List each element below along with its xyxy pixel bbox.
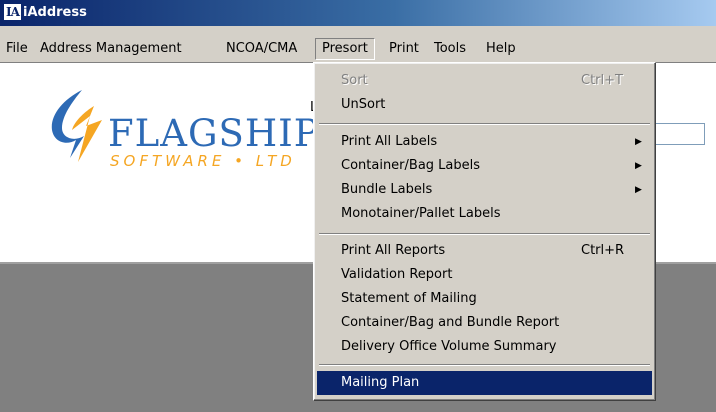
menu-item-mailing-plan[interactable]: Mailing Plan bbox=[317, 371, 652, 395]
menu-item-shortcut: Ctrl+R bbox=[581, 243, 625, 258]
app-icon[interactable]: IA bbox=[4, 4, 21, 20]
menu-help[interactable]: Help bbox=[486, 38, 516, 60]
menu-separator bbox=[319, 233, 650, 235]
menu-item-unsort[interactable]: UnSort bbox=[317, 93, 652, 117]
menu-item-statement-of-mailing[interactable]: Statement of Mailing bbox=[317, 287, 652, 311]
menu-item-label: UnSort bbox=[341, 97, 386, 112]
menu-item-monotainer-pallet-labels[interactable]: Monotainer/Pallet Labels bbox=[317, 202, 652, 226]
menu-item-label: Sort bbox=[341, 73, 368, 88]
menu-item-label: Mailing Plan bbox=[341, 375, 420, 390]
submenu-arrow-icon: ▶ bbox=[635, 137, 642, 147]
menu-item-validation-report[interactable]: Validation Report bbox=[317, 263, 652, 287]
menu-file[interactable]: File bbox=[6, 38, 28, 60]
menu-item-label: Container/Bag and Bundle Report bbox=[341, 315, 560, 330]
menu-item-label: Delivery Office Volume Summary bbox=[341, 339, 557, 354]
logo-name: FLAGSHIP bbox=[108, 112, 320, 155]
menu-separator bbox=[319, 123, 650, 125]
menu-item-label: Bundle Labels bbox=[341, 182, 433, 197]
menu-item-shortcut: Ctrl+T bbox=[581, 73, 623, 88]
background-input-field[interactable] bbox=[655, 123, 705, 145]
menu-item-label: Container/Bag Labels bbox=[341, 158, 481, 173]
title-bar[interactable]: IA iAddress bbox=[0, 0, 716, 26]
submenu-arrow-icon: ▶ bbox=[635, 185, 642, 195]
menu-item-container-bag-labels[interactable]: Container/Bag Labels ▶ bbox=[317, 154, 652, 178]
menu-item-bundle-labels[interactable]: Bundle Labels ▶ bbox=[317, 178, 652, 202]
menu-item-print-all-labels[interactable]: Print All Labels ▶ bbox=[317, 130, 652, 154]
menu-separator bbox=[319, 364, 650, 366]
menu-item-label: Validation Report bbox=[341, 267, 453, 282]
flagship-logo-icon bbox=[51, 90, 102, 162]
menu-print[interactable]: Print bbox=[389, 38, 419, 60]
menu-ncoa-cma[interactable]: NCOA/CMA bbox=[226, 38, 297, 60]
menu-item-delivery-office-volume-summary[interactable]: Delivery Office Volume Summary bbox=[317, 335, 652, 359]
menu-address-management[interactable]: Address Management bbox=[40, 38, 182, 60]
window-title: iAddress bbox=[23, 5, 87, 20]
menu-item-print-all-reports[interactable]: Print All Reports Ctrl+R bbox=[317, 239, 652, 263]
menu-bar: File Address Management NCOA/CMA Presort… bbox=[0, 36, 716, 62]
menu-item-sort[interactable]: Sort Ctrl+T bbox=[317, 69, 652, 93]
submenu-arrow-icon: ▶ bbox=[635, 161, 642, 171]
menu-item-label: Print All Labels bbox=[341, 134, 438, 149]
menu-item-label: Monotainer/Pallet Labels bbox=[341, 206, 501, 221]
menu-presort[interactable]: Presort bbox=[315, 38, 375, 60]
presort-dropdown-menu: Sort Ctrl+T UnSort Print All Labels ▶ Co… bbox=[313, 62, 656, 401]
logo-subtitle: SOFTWARE • LTD bbox=[110, 152, 296, 170]
menu-item-container-bag-bundle-report[interactable]: Container/Bag and Bundle Report bbox=[317, 311, 652, 335]
menu-item-label: Statement of Mailing bbox=[341, 291, 477, 306]
menu-tools[interactable]: Tools bbox=[434, 38, 466, 60]
menu-item-label: Print All Reports bbox=[341, 243, 446, 258]
